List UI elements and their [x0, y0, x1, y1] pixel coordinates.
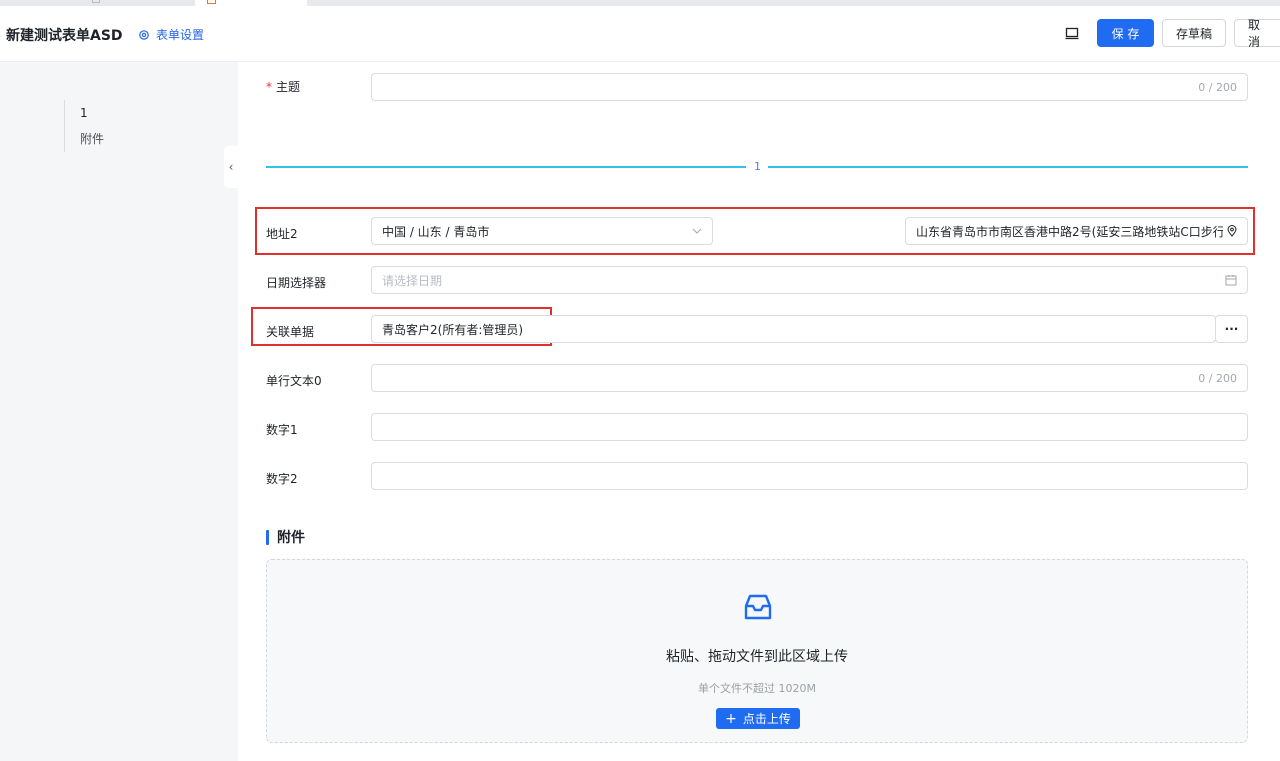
subject-input[interactable]: 0 / 200: [371, 73, 1248, 101]
address-detail-input[interactable]: 山东省青岛市市南区香港中路2号(延安三路地铁站C口步行: [905, 217, 1248, 245]
section-divider: 1: [266, 160, 1248, 174]
chevron-left-icon[interactable]: ‹: [224, 146, 238, 188]
address-detail-value: 山东省青岛市市南区香港中路2号(延安三路地铁站C口步行: [916, 224, 1223, 239]
upload-button-label: 点击上传: [742, 712, 791, 726]
page-header: 新建测试表单ASD 表单设置 保 存 存草稿 取 消: [0, 6, 1280, 62]
tab-inactive-icon[interactable]: [92, 0, 100, 3]
field-related: 关联单据 青岛客户2(所有者:管理员) ···: [266, 315, 1248, 343]
plus-icon: +: [725, 710, 737, 727]
related-value: 青岛客户2(所有者:管理员): [382, 322, 524, 337]
num1-input[interactable]: [371, 413, 1248, 441]
date-label: 日期选择器: [266, 276, 327, 290]
subject-label-text: 主题: [276, 80, 301, 94]
section-bar: [266, 529, 269, 545]
field-text0: 单行文本0 0 / 200: [266, 364, 1248, 392]
upload-size-hint: 单个文件不超过 1020M: [698, 682, 816, 695]
required-mark: *: [266, 80, 272, 94]
text0-counter: 0 / 200: [1198, 372, 1237, 385]
gear-icon: [139, 29, 149, 40]
calendar-icon: [1225, 275, 1237, 286]
related-input[interactable]: 青岛客户2(所有者:管理员): [371, 315, 1216, 343]
related-label: 关联单据: [266, 325, 315, 339]
save-button[interactable]: 保 存: [1097, 19, 1154, 47]
field-num2: 数字2: [266, 462, 1248, 490]
region-select[interactable]: 中国 / 山东 / 青岛市: [371, 217, 713, 245]
subject-label: * 主题: [266, 73, 300, 101]
save-draft-button[interactable]: 存草稿: [1162, 19, 1226, 47]
cancel-button[interactable]: 取 消: [1234, 18, 1280, 49]
text0-input[interactable]: 0 / 200: [371, 364, 1248, 392]
date-placeholder: 请选择日期: [382, 273, 443, 288]
sidebar-item-1[interactable]: 1: [80, 100, 104, 126]
region-value: 中国 / 山东 / 青岛市: [382, 224, 490, 239]
inbox-icon: [744, 594, 772, 620]
form-body: * 主题 0 / 200 1 地址2 中国 / 山东 / 青岛市 山东省青岛市市南…: [238, 62, 1280, 761]
upload-drop-text: 粘贴、拖动文件到此区域上传: [666, 649, 848, 665]
section-nav: 1 附件: [64, 100, 104, 152]
subject-counter: 0 / 200: [1198, 81, 1237, 94]
page-title: 新建测试表单ASD: [6, 28, 123, 44]
date-input[interactable]: 请选择日期: [371, 266, 1248, 294]
form-settings-link[interactable]: 表单设置: [138, 26, 204, 43]
field-num1: 数字1: [266, 413, 1248, 441]
sidebar-nav: 1 附件 ‹: [0, 62, 238, 761]
num1-label: 数字1: [266, 423, 298, 437]
attachment-section-title: 附件: [266, 527, 305, 547]
upload-button[interactable]: + 点击上传: [716, 708, 800, 729]
address-label: 地址2: [266, 227, 298, 241]
chevron-down-icon: [692, 228, 702, 234]
related-more-button[interactable]: ···: [1215, 315, 1248, 343]
attachment-title-text: 附件: [277, 530, 305, 546]
num2-input[interactable]: [371, 462, 1248, 490]
upload-dropzone[interactable]: 粘贴、拖动文件到此区域上传 单个文件不超过 1020M + 点击上传: [266, 559, 1248, 743]
form-settings-label: 表单设置: [156, 28, 205, 42]
monitor-icon[interactable]: [1061, 22, 1083, 44]
field-subject: * 主题 0 / 200: [266, 73, 1248, 101]
location-pin-icon[interactable]: [1227, 225, 1237, 237]
text0-label: 单行文本0: [266, 374, 322, 388]
field-date: 日期选择器 请选择日期: [266, 266, 1248, 294]
sidebar-item-attachment[interactable]: 附件: [80, 126, 104, 152]
num2-label: 数字2: [266, 472, 298, 486]
field-address: 地址2 中国 / 山东 / 青岛市 山东省青岛市市南区香港中路2号(延安三路地铁…: [266, 217, 1248, 245]
divider-label: 1: [754, 160, 761, 173]
